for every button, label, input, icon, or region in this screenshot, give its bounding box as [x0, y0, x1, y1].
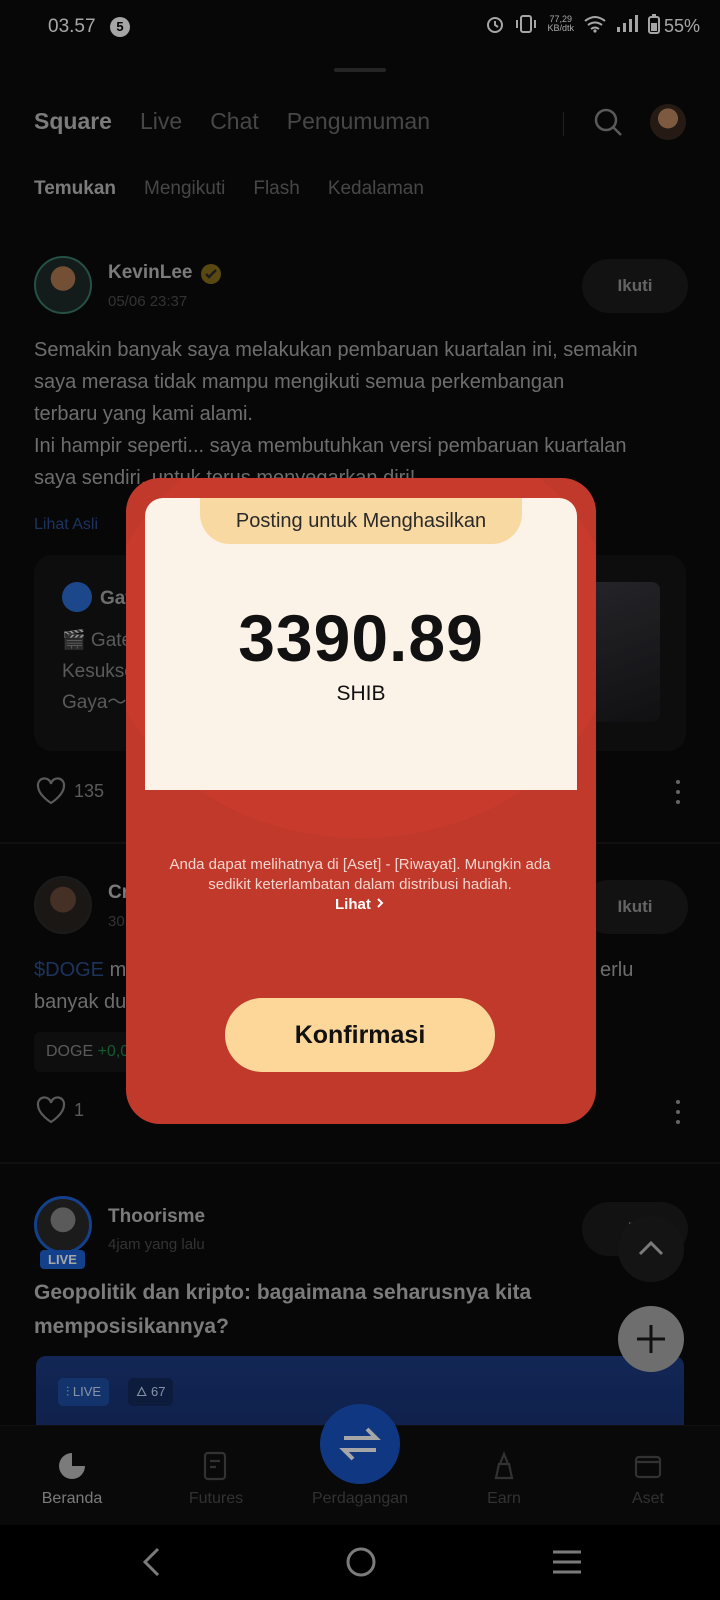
heart-icon: [36, 777, 66, 805]
card-text: 🎬 Gate Kesukse Gaya～: [62, 630, 135, 713]
post-text-tail: erlu: [600, 959, 634, 981]
post-text: Semakin banyak saya melakukan pembaruan …: [34, 339, 638, 489]
reward-note: Anda dapat melihatnya di [Aset] - [Riway…: [169, 856, 551, 893]
avatar[interactable]: [34, 876, 92, 934]
avatar[interactable]: [34, 256, 92, 314]
vibrate-icon: [516, 15, 537, 33]
signal-icon: [617, 15, 638, 32]
tab-chat[interactable]: Chat: [210, 108, 259, 135]
wifi-icon: [584, 16, 606, 33]
status-time: 03.57: [48, 16, 96, 37]
reward-amount: 3390.89: [238, 601, 484, 675]
recents-icon[interactable]: [550, 1547, 584, 1577]
sub-tabs: Temukan Mengikuti Flash Kedalaman: [34, 178, 424, 200]
post-date: 4jam yang lalu: [108, 1236, 205, 1253]
heart-icon: [36, 1096, 66, 1124]
futures-icon: [203, 1451, 227, 1481]
nav-futures[interactable]: Futures: [156, 1426, 276, 1526]
system-nav-bar: [0, 1525, 720, 1600]
create-post-button[interactable]: [618, 1306, 684, 1372]
live-badge: LIVE: [40, 1250, 85, 1269]
view-history-link[interactable]: Lihat: [300, 896, 420, 913]
nav-beranda[interactable]: Beranda: [12, 1426, 132, 1526]
trade-button[interactable]: [320, 1404, 400, 1484]
battery-percent: 55%: [663, 16, 700, 36]
reward-token: SHIB: [336, 682, 386, 705]
scroll-top-button[interactable]: [618, 1216, 684, 1282]
chevron-up-icon: [638, 1240, 664, 1256]
subtab-kedalaman[interactable]: Kedalaman: [328, 178, 424, 200]
viewer-count: 🜂 67: [128, 1378, 174, 1406]
follow-button[interactable]: Ikuti: [582, 259, 688, 313]
header-divider: [563, 112, 564, 136]
app-root: 03.57 5 77,29 KB/dtk 55% Square Live Chat…: [0, 0, 720, 1600]
banner-live-tag: ⫶ LIVE: [58, 1378, 110, 1406]
ticker-link[interactable]: $DOGE: [34, 959, 104, 981]
earn-icon: [494, 1451, 514, 1480]
net-speed: 77,29 KB/dtk: [547, 14, 574, 33]
subtab-temukan[interactable]: Temukan: [34, 178, 116, 200]
nav-earn[interactable]: Earn: [444, 1426, 564, 1526]
more-options-icon[interactable]: [676, 1100, 682, 1130]
post-date: 05/06 23:37: [108, 293, 188, 310]
profile-avatar[interactable]: [650, 104, 686, 140]
tab-square[interactable]: Square: [34, 108, 112, 135]
search-icon[interactable]: [592, 106, 624, 138]
tab-pengumuman[interactable]: Pengumuman: [287, 108, 430, 135]
top-tabs: Square Live Chat Pengumuman: [34, 108, 430, 135]
plus-icon: [637, 1325, 665, 1353]
post-author[interactable]: Thoorisme: [108, 1206, 205, 1228]
post-text-line: banyak du: [34, 991, 127, 1013]
battery-icon: [648, 14, 660, 34]
subtab-flash[interactable]: Flash: [253, 178, 299, 200]
post-title: Geopolitik dan kripto: bagaimana seharus…: [34, 1281, 532, 1338]
reward-ribbon: Posting untuk Menghasilkan: [200, 498, 522, 544]
tab-live[interactable]: Live: [140, 108, 182, 135]
like-counter[interactable]: 135: [36, 777, 104, 805]
drag-handle[interactable]: [334, 68, 386, 72]
post-text: $DOGE m: [34, 959, 127, 981]
more-options-icon[interactable]: [676, 780, 682, 810]
alarm-icon: [487, 17, 504, 33]
verified-icon: [201, 264, 221, 284]
see-original-link[interactable]: Lihat Asli: [34, 516, 98, 534]
status-bar: 03.57 5 77,29 KB/dtk 55%: [0, 0, 720, 56]
avatar[interactable]: [34, 1196, 92, 1254]
confirm-button[interactable]: Konfirmasi: [225, 998, 495, 1072]
subtab-mengikuti[interactable]: Mengikuti: [144, 178, 225, 200]
wallet-icon: [634, 1455, 662, 1479]
post-date: 30: [108, 913, 125, 930]
notification-count-badge: 5: [110, 17, 130, 37]
follow-button[interactable]: Ikuti: [582, 880, 688, 934]
nav-aset[interactable]: Aset: [588, 1426, 708, 1526]
post-divider: [0, 1162, 720, 1164]
home-icon: [59, 1453, 85, 1479]
reward-card-curve: [145, 700, 577, 790]
swap-icon: [339, 1427, 381, 1461]
home-circle-icon[interactable]: [344, 1545, 378, 1579]
chevron-right-icon: [377, 898, 384, 908]
post-author[interactable]: KevinLee: [108, 262, 192, 284]
status-icons: 77,29 KB/dtk: [485, 14, 660, 34]
like-counter[interactable]: 1: [36, 1096, 84, 1124]
back-icon[interactable]: [136, 1545, 168, 1579]
gate-logo-icon: [62, 582, 92, 612]
